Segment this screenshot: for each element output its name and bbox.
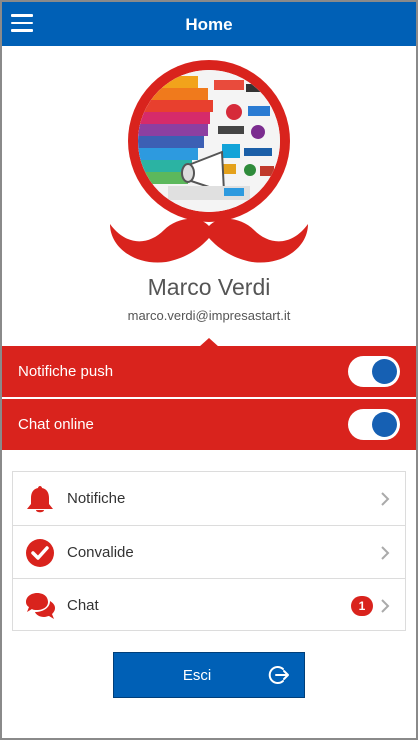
menu-item-label: Notifiche <box>67 490 126 507</box>
setting-label: Notifiche push <box>18 363 114 380</box>
push-notifications-toggle[interactable] <box>348 356 400 387</box>
menu-item-label: Chat <box>67 597 99 614</box>
check-circle-icon <box>26 539 54 567</box>
menu-item-validations[interactable]: Convalide <box>13 525 405 578</box>
menu-item-label: Convalide <box>67 544 134 561</box>
menu-item-chat[interactable]: Chat 1 <box>13 578 405 631</box>
chevron-right-icon <box>381 492 390 506</box>
unread-count-badge: 1 <box>351 596 373 616</box>
chat-online-toggle[interactable] <box>348 409 400 440</box>
toggle-knob <box>372 359 397 384</box>
user-name: Marco Verdi <box>147 274 271 300</box>
chevron-right-icon <box>381 599 390 613</box>
chat-bubbles-icon <box>26 593 55 619</box>
logout-button[interactable]: Esci <box>113 652 305 698</box>
logout-label: Esci <box>182 667 212 684</box>
setting-label: Chat online <box>18 416 94 433</box>
setting-row-push-notifications: Notifiche push <box>2 346 416 397</box>
profile-collage-image <box>138 70 280 212</box>
toggle-knob <box>372 412 397 437</box>
chevron-right-icon <box>381 546 390 560</box>
setting-row-chat-online: Chat online <box>2 399 416 450</box>
page-title: Home <box>185 15 233 34</box>
avatar <box>128 60 290 222</box>
user-email: marco.verdi@impresastart.it <box>127 308 291 323</box>
logout-icon <box>268 666 289 684</box>
top-app-bar: Home <box>2 2 416 46</box>
menu-item-notifications[interactable]: Notifiche <box>13 472 405 525</box>
menu-list: Notifiche Convalide Chat 1 <box>12 471 406 631</box>
bell-icon <box>27 486 53 513</box>
moustache-icon <box>110 218 308 263</box>
